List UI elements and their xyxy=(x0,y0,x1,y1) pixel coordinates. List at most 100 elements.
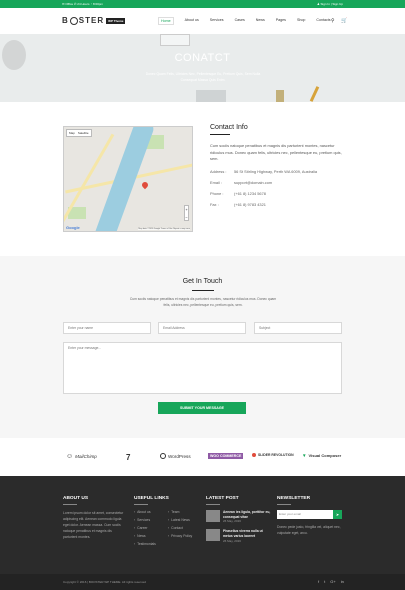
logo-badge: WP Theme xyxy=(106,17,126,24)
footer-title-line xyxy=(134,504,148,505)
map-pin-icon[interactable] xyxy=(140,180,150,190)
footer-link-contact[interactable]: Contact xyxy=(168,526,192,530)
contact-info-title: Contact Info xyxy=(210,124,248,131)
newsletter-text: Donec pede justo, fringilla vel, aliquet… xyxy=(277,524,341,535)
brand-slider-revolution-label: SLIDER REVOLUTION xyxy=(258,453,294,457)
footer-links: USEFUL LINKS About us Services Career Ne… xyxy=(134,496,200,550)
name-field[interactable]: Enter your name xyxy=(63,322,151,334)
address-value: 56 St Stirling Highway, Perth WA 6009, A… xyxy=(234,168,318,174)
logo-letter: B xyxy=(62,16,69,25)
latest-post-item[interactable]: Aenean ies ligula, porttitor eu, consequ… xyxy=(206,509,272,523)
social-links: f t G+ in xyxy=(318,579,344,584)
page-title: CONATCT xyxy=(174,52,231,64)
nav-icons: ⚲ 🛒 xyxy=(331,18,352,24)
brand-wordpress-label: WordPress xyxy=(168,453,191,459)
brands-strip: ☺ MailChimp 7 WordPress WOO COMMERCE SLI… xyxy=(0,438,405,476)
nav-home[interactable]: Home xyxy=(158,17,174,25)
footer-posts-title: LATEST POST xyxy=(206,496,239,501)
header: B STER WP Theme Home About us Services C… xyxy=(0,8,405,34)
footer-link-latest-news[interactable]: Latest News xyxy=(168,518,192,522)
map-type-satellite[interactable]: Satellite xyxy=(78,131,89,135)
contact-info: Contact Info Cum sociis natoque penatibu… xyxy=(210,124,345,213)
main-nav: Home About us Services Cases News Pages … xyxy=(158,17,342,25)
footer-about: ABOUT US Lorem ipsum dolor sit amet, con… xyxy=(63,496,127,540)
post-title[interactable]: Phasellus viverra nulla ut metus varius … xyxy=(223,529,272,539)
footer-title-line xyxy=(63,504,77,505)
phone-value: (+61 8) 1234 5678 xyxy=(234,190,266,196)
facebook-icon[interactable]: f xyxy=(318,579,319,584)
footer-links-title: USEFUL LINKS xyxy=(134,496,169,501)
map-river xyxy=(92,127,156,231)
email-row: Email : support@domain.com xyxy=(210,180,345,185)
brand-visual-composer-label: Visual Composer xyxy=(308,453,342,458)
email-label: Email : xyxy=(210,179,222,185)
zoom-in-button[interactable]: + xyxy=(185,206,188,214)
submit-button[interactable]: SUBMIT YOUR MESSAGE xyxy=(158,402,246,414)
subject-field[interactable]: Subject xyxy=(254,322,342,334)
phone-label: Phone : xyxy=(210,190,224,196)
footer-link-news[interactable]: News xyxy=(134,534,168,538)
google-plus-icon[interactable]: G+ xyxy=(330,579,335,584)
footer-latest-post: LATEST POST Aenean ies ligula, porttitor… xyxy=(206,496,272,549)
nav-pages[interactable]: Pages xyxy=(276,18,286,25)
newsletter-form: Enter your email ➤ xyxy=(277,509,343,519)
footer-link-about[interactable]: About us xyxy=(134,510,168,514)
post-thumbnail xyxy=(206,509,220,522)
google-logo: Google xyxy=(66,225,80,230)
brand-visual-composer[interactable]: ▼ Visual Composer xyxy=(302,453,341,458)
logo-text: STER xyxy=(78,16,105,25)
map-type-map[interactable]: Map xyxy=(69,131,75,135)
footer-title-line xyxy=(277,504,291,505)
footer-link-privacy[interactable]: Privacy Policy xyxy=(168,534,192,538)
sign-in-link[interactable]: ♟ Sign In | Sign Up xyxy=(317,2,343,6)
footer-newsletter: NEWSLETTER Enter your email ➤ Donec pede… xyxy=(277,496,343,536)
nav-news[interactable]: News xyxy=(256,18,265,25)
twitter-icon[interactable]: t xyxy=(324,579,325,584)
brand-mailchimp[interactable]: ☺ MailChimp xyxy=(66,453,97,460)
email-field[interactable]: Email Address xyxy=(158,322,246,334)
top-bar: ✉ Office ✆ 24 Hours ◔ 8:00pm ♟ Sign In |… xyxy=(0,0,405,8)
logo[interactable]: B STER WP Theme xyxy=(62,16,126,25)
nav-services[interactable]: Services xyxy=(210,18,224,25)
nav-shop[interactable]: Shop xyxy=(297,18,305,25)
nav-about[interactable]: About us xyxy=(185,18,199,25)
brand-woocommerce-label: WOO COMMERCE xyxy=(208,453,244,459)
footer-link-team[interactable]: Team xyxy=(168,510,192,514)
brand-slider-revolution[interactable]: SLIDER REVOLUTION xyxy=(252,453,294,457)
phone-row: Phone : (+61 8) 1234 5678 xyxy=(210,191,345,196)
desk-object xyxy=(196,90,226,102)
footer-link-career[interactable]: Career xyxy=(134,526,168,530)
contact-description: Cum sociis natoque penatibus et magnis d… xyxy=(210,143,342,162)
slider-revolution-icon xyxy=(252,453,256,457)
brand-seven[interactable]: 7 xyxy=(126,453,130,462)
linkedin-icon[interactable]: in xyxy=(341,579,344,584)
desk-object-2 xyxy=(276,90,284,102)
copyright-bar: Copyright © 2016 | BOOSTER WP THEME. All… xyxy=(0,574,405,590)
newsletter-email-input[interactable]: Enter your email xyxy=(277,509,333,519)
zoom-out-button[interactable]: − xyxy=(185,214,188,222)
google-map[interactable]: Map Satellite + − Google Map data ©2016 … xyxy=(63,126,193,232)
title-underline xyxy=(210,134,230,135)
search-icon[interactable]: ⚲ xyxy=(331,18,335,24)
footer-link-testimonials[interactable]: Testimonials xyxy=(134,542,168,546)
post-date: 26 May, 2016 xyxy=(223,539,241,544)
message-field[interactable]: Enter your message... xyxy=(63,342,342,394)
cart-icon[interactable]: 🛒 xyxy=(341,18,347,24)
cup-decoration xyxy=(160,34,190,46)
fax-row: Fax : (+61 8) 9783 4321 xyxy=(210,202,345,207)
map-credit[interactable]: Map data ©2016 Google Terms of Use Repor… xyxy=(138,228,190,230)
nav-cases[interactable]: Cases xyxy=(235,18,245,25)
footer: ABOUT US Lorem ipsum dolor sit amet, con… xyxy=(0,476,405,574)
post-title[interactable]: Aenean ies ligula, porttitor eu, consequ… xyxy=(223,510,272,520)
footer-link-services[interactable]: Services xyxy=(134,518,168,522)
newsletter-send-button[interactable]: ➤ xyxy=(333,509,342,519)
brand-wordpress[interactable]: WordPress xyxy=(160,453,191,459)
visual-composer-icon: ▼ xyxy=(302,453,307,458)
nav-contacts[interactable]: Contacts xyxy=(316,18,330,25)
brand-woocommerce[interactable]: WOO COMMERCE xyxy=(208,453,244,459)
map-type-control: Map Satellite xyxy=(66,129,92,137)
latest-post-item[interactable]: Phasellus viverra nulla ut metus varius … xyxy=(206,529,272,543)
footer-title-line xyxy=(206,504,220,505)
email-value[interactable]: support@domain.com xyxy=(234,180,272,185)
top-bar-contact: ✉ Office ✆ 24 Hours ◔ 8:00pm xyxy=(62,2,103,6)
